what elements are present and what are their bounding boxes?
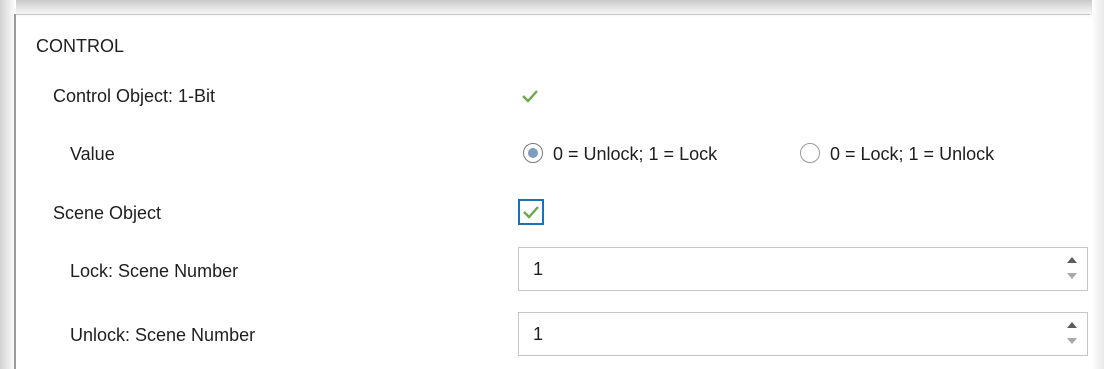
section-title: CONTROL: [36, 36, 125, 56]
lock-scene-number-value[interactable]: 1: [533, 259, 543, 280]
unlock-scene-number-label: Unlock: Scene Number: [70, 325, 256, 345]
unlock-scene-number-value[interactable]: 1: [533, 324, 543, 345]
lock-scene-number-label: Lock: Scene Number: [70, 261, 239, 281]
control-object-checkbox[interactable]: [519, 85, 541, 107]
value-label: Value: [70, 144, 115, 164]
radio-unlock-lock-label[interactable]: 0 = Unlock; 1 = Lock: [553, 144, 717, 165]
control-object-label: Control Object: 1-Bit: [53, 86, 216, 106]
check-icon: [522, 90, 538, 103]
panel-right-shadow: [1092, 0, 1104, 369]
radio-selected-dot: [528, 148, 538, 158]
arrow-down-icon[interactable]: [1067, 273, 1077, 279]
radio-lock-unlock-label[interactable]: 0 = Lock; 1 = Unlock: [830, 144, 994, 165]
arrow-up-icon[interactable]: [1067, 322, 1077, 328]
spin-arrows[interactable]: [1065, 254, 1079, 284]
check-icon: [523, 206, 539, 219]
parameter-panel: CONTROL Control Object: 1-Bit Value 0 = …: [0, 0, 1104, 369]
scene-object-checkbox[interactable]: [518, 199, 544, 225]
panel-left-border: [14, 14, 16, 369]
arrow-up-icon[interactable]: [1067, 257, 1077, 263]
radio-lock-unlock[interactable]: [800, 143, 820, 163]
panel-top-shadow: [0, 0, 1104, 18]
panel-top-border: [14, 14, 1090, 15]
unlock-scene-number-spinbox[interactable]: 1: [518, 312, 1088, 356]
lock-scene-number-spinbox[interactable]: 1: [518, 247, 1088, 291]
spin-arrows[interactable]: [1065, 319, 1079, 349]
radio-unlock-lock[interactable]: [523, 143, 543, 163]
arrow-down-icon[interactable]: [1067, 338, 1077, 344]
scene-object-label: Scene Object: [53, 203, 162, 223]
